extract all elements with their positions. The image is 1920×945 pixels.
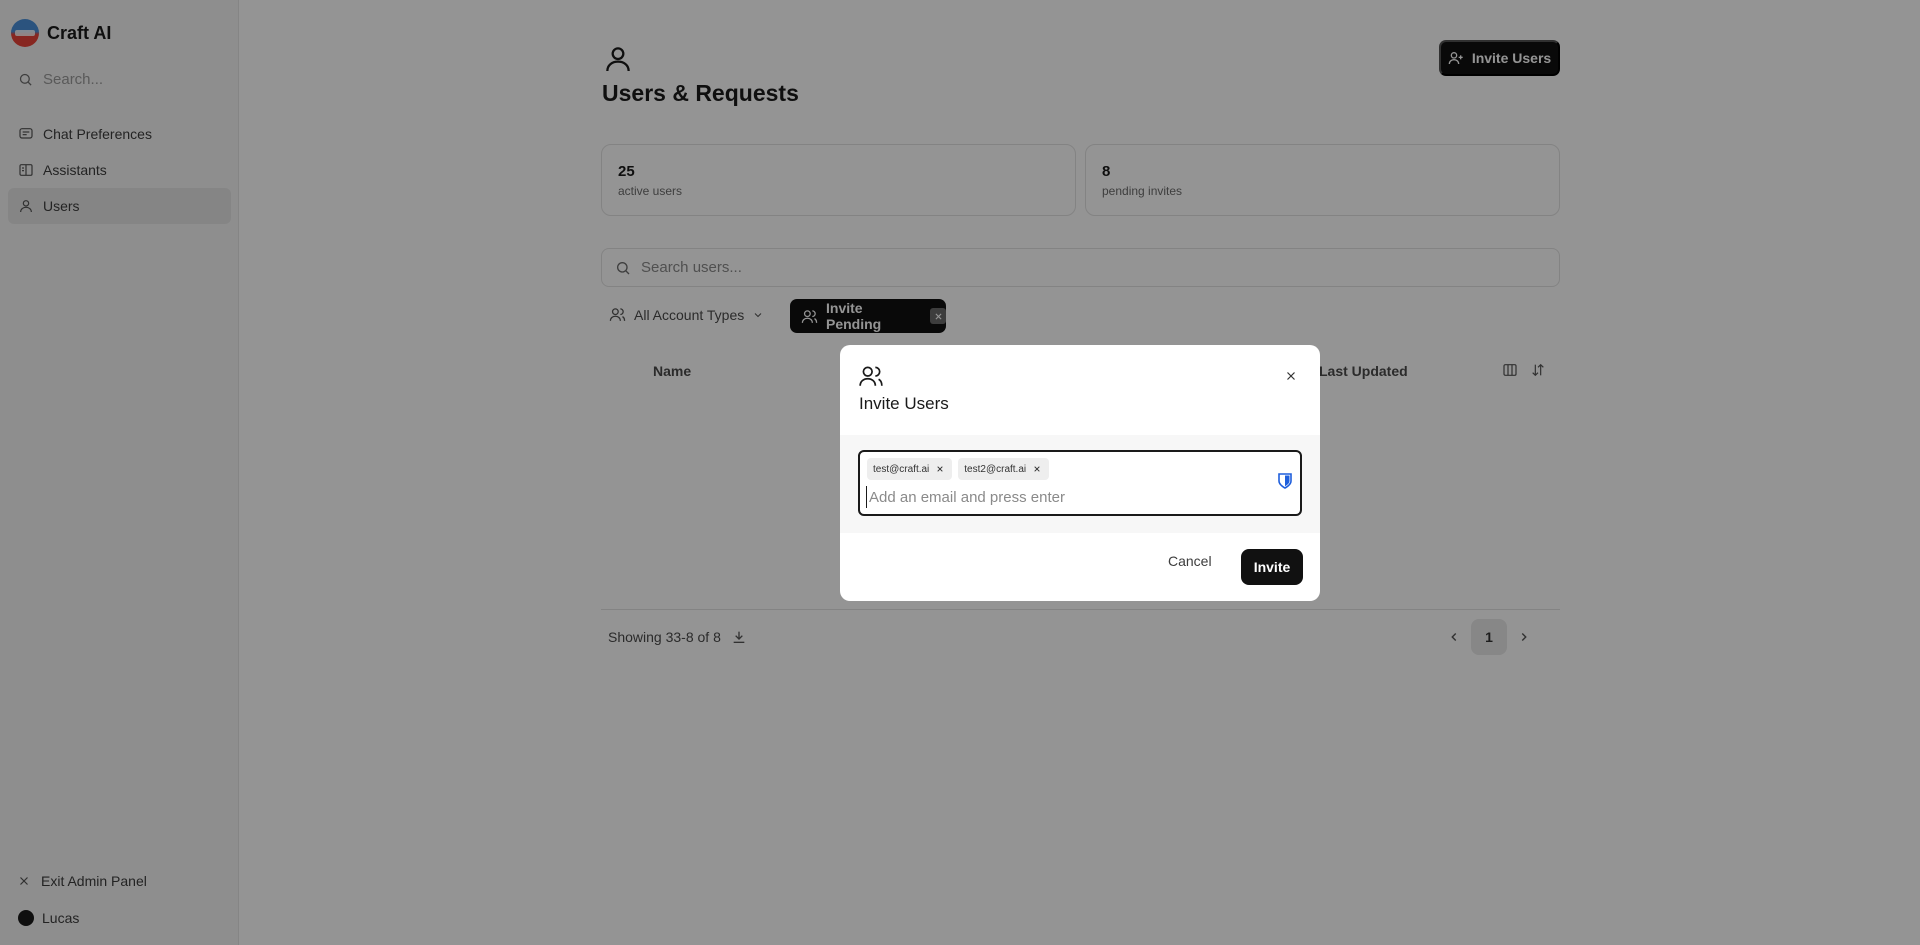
remove-email-icon[interactable] [936,465,944,473]
password-manager-icon[interactable] [1278,473,1292,489]
email-chip: test@craft.ai [867,458,953,480]
remove-email-icon[interactable] [1033,465,1041,473]
email-chip-label: test@craft.ai [873,463,930,475]
cancel-button[interactable]: Cancel [1168,553,1212,569]
dialog-title: Invite Users [859,394,949,413]
email-chips: test@craft.ai test2@craft.ai [867,458,1050,480]
users-icon [858,363,884,389]
dialog-body: test@craft.ai test2@craft.ai [840,435,1320,533]
invite-button[interactable]: Invite [1241,549,1303,585]
email-chip: test2@craft.ai [958,458,1050,480]
close-dialog-button[interactable] [1281,366,1301,386]
email-chip-label: test2@craft.ai [964,463,1027,475]
email-field[interactable]: test@craft.ai test2@craft.ai [858,450,1302,516]
invite-users-dialog: Invite Users test@craft.ai test2@craft.a… [840,345,1320,601]
email-input[interactable] [866,486,1266,508]
